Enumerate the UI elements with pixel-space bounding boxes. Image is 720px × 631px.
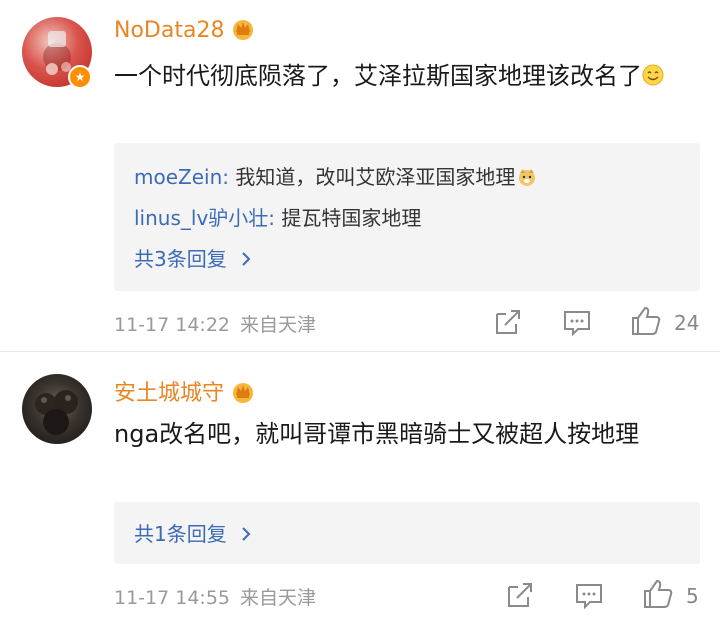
comment-text-content: nga改名吧，就叫哥谭市黑暗骑士又被超人按地理 xyxy=(114,420,640,448)
reply-text: 提瓦特国家地理 xyxy=(281,206,422,230)
more-replies-label: 共3条回复 xyxy=(134,247,227,271)
comment-text: 一个时代彻底陨落了，艾泽拉斯国家地理该改名了 xyxy=(114,56,704,96)
username-text: 安土城城守 xyxy=(114,381,225,406)
comment-text: nga改名吧，就叫哥谭市黑暗骑士又被超人按地理 xyxy=(114,414,704,454)
comment-icon[interactable] xyxy=(561,306,593,338)
comment-meta: 11-17 14:22 来自天津 xyxy=(114,310,316,337)
username-text: NoData28 xyxy=(114,18,225,43)
thumbs-up-icon[interactable] xyxy=(642,578,674,610)
reply-colon: : xyxy=(222,165,236,189)
comment-icon[interactable] xyxy=(573,579,605,611)
chevron-right-icon xyxy=(242,252,251,266)
reply-author[interactable]: moeZein xyxy=(134,165,222,189)
reply-colon: : xyxy=(268,206,282,230)
comment-text-content: 一个时代彻底陨落了，艾泽拉斯国家地理该改名了 xyxy=(114,62,642,90)
avatar-image xyxy=(35,390,78,435)
timestamp: 11-17 14:22 xyxy=(114,314,231,336)
more-replies-link[interactable]: 共3条回复 xyxy=(134,243,253,272)
smile-emoji-icon xyxy=(642,64,664,86)
verified-badge-icon: ★ xyxy=(68,65,92,89)
thumbs-up-icon[interactable] xyxy=(630,305,662,337)
more-replies-label: 共1条回复 xyxy=(134,522,227,546)
timestamp: 11-17 14:55 xyxy=(114,587,231,609)
reply-preview[interactable]: 共1条回复 xyxy=(114,502,700,564)
chevron-right-icon xyxy=(242,527,251,541)
like-count: 24 xyxy=(674,311,700,335)
share-icon[interactable] xyxy=(504,579,536,611)
crown-badge-icon xyxy=(233,383,254,403)
reply-item[interactable]: linus_lv驴小壮: 提瓦特国家地理 xyxy=(134,202,421,231)
comment-item: 安土城城守 nga改名吧，就叫哥谭市黑暗骑士又被超人按地理 共1条回复 11-1… xyxy=(0,352,720,631)
reply-text: 我知道，改叫艾欧泽亚国家地理 xyxy=(235,165,516,189)
reply-author[interactable]: linus_lv驴小壮 xyxy=(134,206,268,230)
username[interactable]: 安土城城守 xyxy=(114,375,256,407)
username[interactable]: NoData28 xyxy=(114,17,256,43)
crown-badge-icon xyxy=(233,20,254,40)
comment-item: ★ NoData28 一个时代彻底陨落了，艾泽拉斯国家地理该改名了 moeZei… xyxy=(0,0,720,352)
reply-preview[interactable]: moeZein: 我知道，改叫艾欧泽亚国家地理 linus_lv驴小壮: 提瓦特… xyxy=(114,143,700,291)
like-count: 5 xyxy=(686,584,699,608)
doge-emoji-icon xyxy=(519,169,536,186)
more-replies-link[interactable]: 共1条回复 xyxy=(134,518,253,547)
location: 来自天津 xyxy=(240,587,317,609)
location: 来自天津 xyxy=(240,314,317,336)
comment-meta: 11-17 14:55 来自天津 xyxy=(114,583,316,610)
avatar[interactable] xyxy=(22,374,92,444)
reply-item[interactable]: moeZein: 我知道，改叫艾欧泽亚国家地理 xyxy=(134,161,537,190)
share-icon[interactable] xyxy=(492,306,524,338)
